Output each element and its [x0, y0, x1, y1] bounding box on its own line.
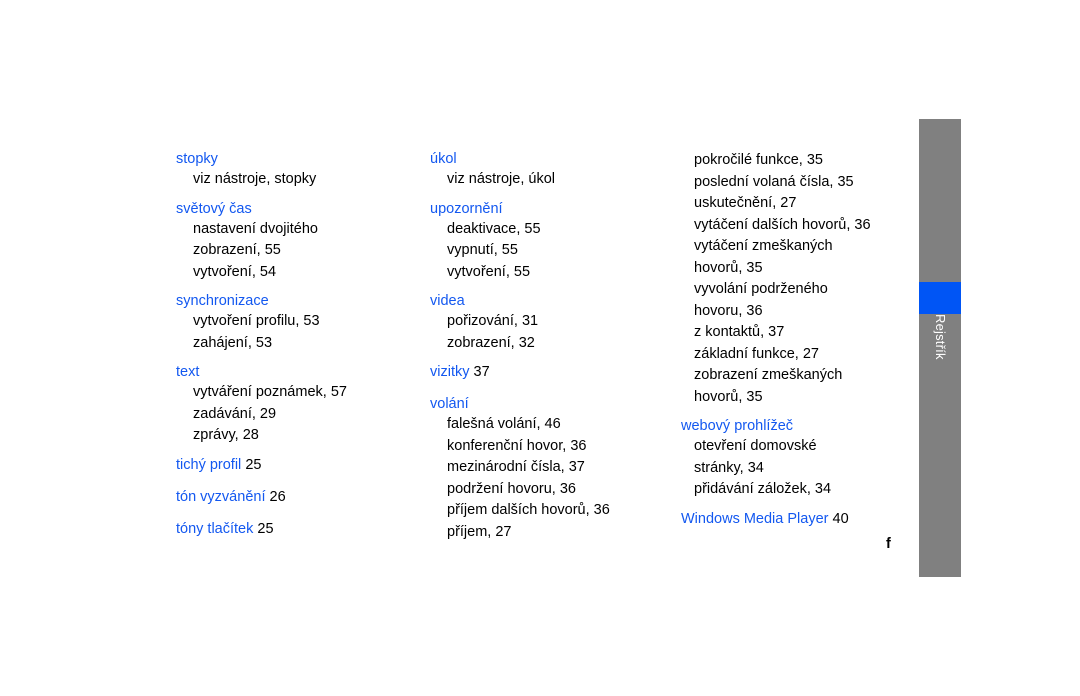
index-subentry[interactable]: zahájení, 53 — [193, 333, 416, 355]
index-subentry[interactable]: falešná volání, 46 — [447, 414, 680, 436]
index-heading[interactable]: synchronizace — [176, 292, 416, 311]
index-page-number: 40 — [832, 510, 849, 527]
index-entry-inline[interactable]: vizitky 37 — [430, 363, 680, 382]
index-heading[interactable]: Windows Media Player — [681, 511, 828, 527]
index-subentry[interactable]: stránky, 34 — [694, 458, 896, 480]
index-entry: stopky viz nástroje, stopky — [176, 150, 416, 191]
index-page-number: 25 — [257, 520, 274, 537]
index-subentry[interactable]: vytvoření, 55 — [447, 262, 680, 284]
index-entry-continuation: pokročilé funkce, 35 poslední volaná čís… — [681, 150, 896, 408]
index-entry-inline[interactable]: tón vyzvánění 26 — [176, 488, 416, 507]
index-subentry[interactable]: deaktivace, 55 — [447, 219, 680, 241]
index-subentry[interactable]: zprávy, 28 — [193, 425, 416, 447]
index-page-number: 37 — [473, 364, 490, 380]
index-heading[interactable]: tóny tlačítek — [176, 521, 253, 537]
index-subentry[interactable]: viz nástroje, úkol — [447, 169, 680, 191]
index-columns: stopky viz nástroje, stopky světový čas … — [0, 0, 1080, 696]
index-subentry[interactable]: vypnutí, 55 — [447, 240, 680, 262]
index-page: stopky viz nástroje, stopky světový čas … — [0, 0, 1080, 696]
index-subentry[interactable]: nastavení dvojitého — [193, 219, 416, 241]
index-heading[interactable]: upozornění — [430, 200, 680, 219]
section-tab-label: Rejstřík — [933, 314, 948, 360]
index-heading[interactable]: volání — [430, 395, 680, 414]
index-heading[interactable]: webový prohlížeč — [681, 417, 896, 436]
index-subentry[interactable]: podržení hovoru, 36 — [447, 479, 680, 501]
index-subentry-list: nastavení dvojitého zobrazení, 55 vytvoř… — [176, 219, 416, 284]
index-subentry[interactable]: základní funkce, 27 — [694, 344, 896, 366]
index-column-3: pokročilé funkce, 35 poslední volaná čís… — [681, 150, 896, 542]
index-subentry-list: pořizování, 31 zobrazení, 32 — [430, 311, 680, 354]
index-entry: videa pořizování, 31 zobrazení, 32 — [430, 292, 680, 354]
index-entry-inline[interactable]: tichý profil 25 — [176, 456, 416, 475]
index-heading[interactable]: světový čas — [176, 200, 416, 219]
index-subentry[interactable]: přidávání záložek, 34 — [694, 479, 896, 501]
index-subentry[interactable]: poslední volaná čísla, 35 — [694, 172, 896, 194]
index-heading[interactable]: videa — [430, 292, 680, 311]
index-subentry-list: vytváření poznámek, 57 zadávání, 29 zprá… — [176, 382, 416, 447]
index-column-2: úkol viz nástroje, úkol upozornění deakt… — [430, 150, 680, 552]
index-page-number: 25 — [245, 456, 262, 473]
index-heading[interactable]: vizitky — [430, 364, 469, 380]
index-entry: text vytváření poznámek, 57 zadávání, 29… — [176, 363, 416, 447]
index-heading[interactable]: úkol — [430, 150, 680, 169]
index-heading[interactable]: tichý profil — [176, 457, 241, 473]
index-subentry[interactable]: pokročilé funkce, 35 — [694, 150, 896, 172]
index-subentry[interactable]: vytvoření profilu, 53 — [193, 311, 416, 333]
index-subentry[interactable]: zadávání, 29 — [193, 404, 416, 426]
index-subentry-list: falešná volání, 46 konferenční hovor, 36… — [430, 414, 680, 543]
index-heading[interactable]: tón vyzvánění — [176, 489, 265, 505]
index-subentry[interactable]: hovorů, 35 — [694, 258, 896, 280]
index-subentry-list: vytvoření profilu, 53 zahájení, 53 — [176, 311, 416, 354]
index-subentry[interactable]: vyvolání podrženého — [694, 279, 896, 301]
index-subentry[interactable]: zobrazení zmeškaných — [694, 365, 896, 387]
index-subentry-list: otevření domovské stránky, 34 přidávání … — [681, 436, 896, 501]
index-entry: synchronizace vytvoření profilu, 53 zahá… — [176, 292, 416, 354]
index-subentry[interactable]: viz nástroje, stopky — [193, 169, 416, 191]
page-marker: f — [886, 536, 891, 552]
index-subentry-list: deaktivace, 55 vypnutí, 55 vytvoření, 55 — [430, 219, 680, 284]
section-tab-strip[interactable]: Rejstřík — [919, 119, 961, 577]
index-subentry[interactable]: zobrazení, 55 — [193, 240, 416, 262]
index-subentry[interactable]: pořizování, 31 — [447, 311, 680, 333]
index-entry: světový čas nastavení dvojitého zobrazen… — [176, 200, 416, 284]
index-entry-inline[interactable]: tóny tlačítek 25 — [176, 520, 416, 539]
index-subentry[interactable]: uskutečnění, 27 — [694, 193, 896, 215]
index-subentry[interactable]: hovoru, 36 — [694, 301, 896, 323]
section-tab-highlight[interactable] — [919, 282, 961, 314]
index-entry: volání falešná volání, 46 konferenční ho… — [430, 395, 680, 543]
index-subentry-list: viz nástroje, úkol — [430, 169, 680, 191]
index-page-number: 26 — [269, 488, 286, 505]
index-entry: úkol viz nástroje, úkol — [430, 150, 680, 191]
index-subentry[interactable]: hovorů, 35 — [694, 387, 896, 409]
index-subentry[interactable]: vytáčení zmeškaných — [694, 236, 896, 258]
index-entry: upozornění deaktivace, 55 vypnutí, 55 vy… — [430, 200, 680, 284]
index-subentry[interactable]: vytáčení dalších hovorů, 36 — [694, 215, 896, 237]
index-subentry[interactable]: zobrazení, 32 — [447, 333, 680, 355]
index-subentry[interactable]: vytváření poznámek, 57 — [193, 382, 416, 404]
index-subentry[interactable]: konferenční hovor, 36 — [447, 436, 680, 458]
index-subentry[interactable]: příjem dalších hovorů, 36 — [447, 500, 680, 522]
index-heading[interactable]: text — [176, 363, 416, 382]
index-subentry[interactable]: příjem, 27 — [447, 522, 680, 544]
index-subentry-list: viz nástroje, stopky — [176, 169, 416, 191]
index-subentry-list: pokročilé funkce, 35 poslední volaná čís… — [681, 150, 896, 408]
index-column-1: stopky viz nástroje, stopky světový čas … — [176, 150, 416, 552]
index-subentry[interactable]: vytvoření, 54 — [193, 262, 416, 284]
index-subentry[interactable]: mezinárodní čísla, 37 — [447, 457, 680, 479]
index-subentry[interactable]: otevření domovské — [694, 436, 896, 458]
index-entry-inline[interactable]: Windows Media Player 40 — [681, 510, 896, 529]
index-heading[interactable]: stopky — [176, 150, 416, 169]
index-subentry[interactable]: z kontaktů, 37 — [694, 322, 896, 344]
index-entry: webový prohlížeč otevření domovské strán… — [681, 417, 896, 501]
